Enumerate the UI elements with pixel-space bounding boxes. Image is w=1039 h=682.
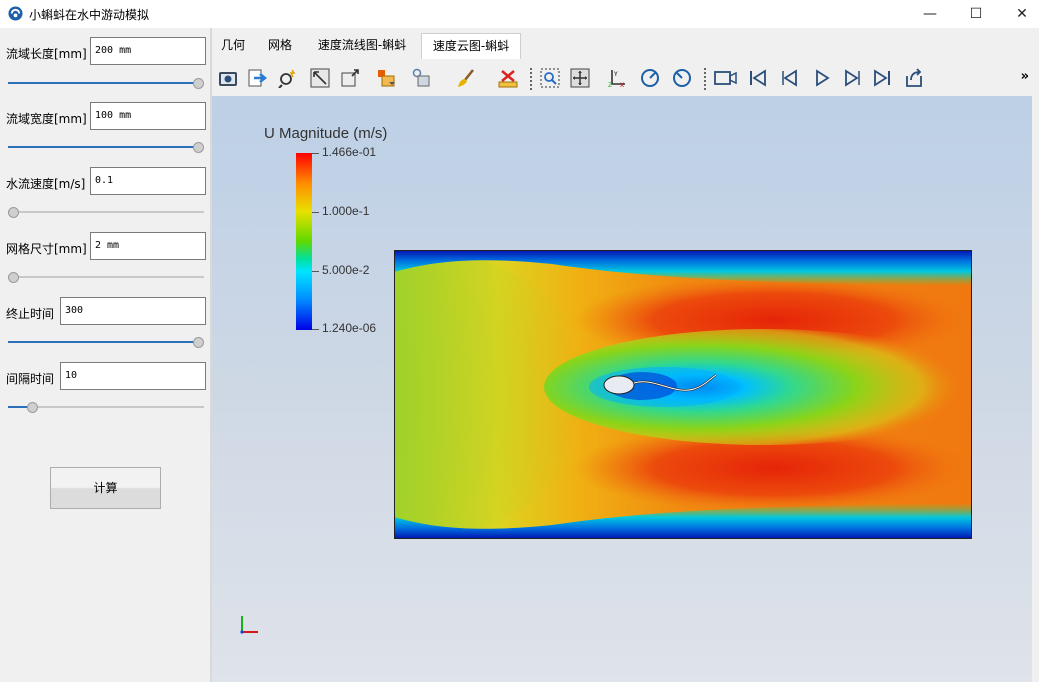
next-frame-icon[interactable] [842, 68, 862, 88]
length-label: 流域长度[mm] [6, 47, 87, 61]
legend-max-label: 1.466e-01 [322, 145, 377, 159]
slider-thumb[interactable] [193, 337, 204, 348]
legend-tick [312, 271, 319, 272]
zoom-select-icon[interactable] [540, 68, 560, 88]
legend-tick-label: 1.000e-1 [322, 204, 370, 218]
legend-tick [312, 212, 319, 213]
tab-geometry[interactable]: 几何 [212, 33, 254, 59]
end-time-input[interactable]: 300 [60, 297, 206, 325]
slider-thumb[interactable] [8, 272, 19, 283]
prev-frame-icon[interactable] [780, 68, 800, 88]
close-icon[interactable]: ✕ [999, 0, 1039, 28]
legend-tick [312, 329, 319, 330]
length-slider[interactable] [8, 77, 204, 89]
toolbar-separator [530, 68, 532, 90]
minimize-icon[interactable]: — [907, 0, 953, 28]
first-frame-icon[interactable] [748, 68, 768, 88]
interval-slider[interactable] [8, 401, 204, 413]
color-by-icon[interactable] [376, 68, 396, 88]
color-legend-bar [296, 153, 312, 330]
velocity-contour-field [394, 250, 972, 539]
width-input[interactable]: 100 mm [90, 102, 206, 130]
slider-thumb[interactable] [8, 207, 19, 218]
rotate-cw-icon[interactable] [640, 68, 660, 88]
loop-icon[interactable] [904, 68, 924, 88]
legend-title: U Magnitude (m/s) [264, 125, 388, 142]
window-title: 小蝌蚪在水中游动模拟 [29, 8, 150, 22]
calculate-button[interactable]: 计算 [50, 467, 161, 509]
mesh-input[interactable]: 2 mm [90, 232, 206, 260]
zoom-magic-icon[interactable] [278, 68, 298, 88]
legend-tick-label: 5.000e-2 [322, 263, 370, 277]
end-time-slider[interactable] [8, 336, 204, 348]
render-viewport[interactable]: U Magnitude (m/s) 1.466e-01 1.000e-1 5.0… [212, 96, 1032, 682]
ruler-icon[interactable] [498, 68, 518, 88]
zoom-box-icon[interactable] [340, 68, 360, 88]
tab-velocity-streamlines[interactable]: 速度流线图-蝌蚪 [306, 33, 418, 59]
legend-min-label: 1.240e-06 [322, 321, 377, 335]
width-label: 流域宽度[mm] [6, 112, 87, 126]
last-frame-icon[interactable] [872, 68, 892, 88]
video-icon[interactable] [714, 68, 738, 88]
velocity-label: 水流速度[m/s] [6, 177, 86, 191]
play-icon[interactable] [812, 68, 832, 88]
axes-orient-icon[interactable]: Y X Z [608, 68, 628, 88]
svg-text:X: X [620, 82, 624, 88]
mesh-slider[interactable] [8, 271, 204, 283]
velocity-slider[interactable] [8, 206, 204, 218]
slider-thumb[interactable] [193, 78, 204, 89]
mesh-label: 网格尺寸[mm] [6, 242, 87, 256]
width-slider[interactable] [8, 141, 204, 153]
maximize-icon[interactable]: ☐ [953, 0, 999, 28]
fit-icon[interactable] [570, 68, 590, 88]
orientation-axes-icon [240, 616, 258, 634]
tab-velocity-contour[interactable]: 速度云图-蝌蚪 [421, 33, 521, 59]
camera-icon[interactable] [218, 68, 238, 88]
legend-tick [312, 153, 319, 154]
title-bar: 小蝌蚪在水中游动模拟 — ☐ ✕ [0, 0, 1039, 28]
slider-thumb[interactable] [193, 142, 204, 153]
interval-input[interactable]: 10 [60, 362, 206, 390]
end-time-label: 终止时间 [6, 307, 55, 321]
toolbar-overflow-button[interactable]: » [1021, 69, 1029, 84]
rotate-ccw-icon[interactable] [672, 68, 692, 88]
slider-thumb[interactable] [26, 402, 38, 413]
length-input[interactable]: 200 mm [90, 37, 206, 65]
toolbar: Y X Z » [212, 60, 1039, 96]
interval-label: 间隔时间 [6, 372, 55, 386]
toolbar-separator [704, 68, 706, 90]
tab-mesh[interactable]: 网格 [257, 33, 303, 59]
svg-text:Y: Y [613, 71, 618, 78]
brush-icon[interactable] [456, 68, 476, 88]
representation-icon[interactable] [412, 68, 432, 88]
svg-text:Z: Z [608, 82, 612, 88]
velocity-input[interactable]: 0.1 [90, 167, 206, 195]
app-logo-icon [8, 6, 23, 21]
reset-camera-icon[interactable] [310, 68, 330, 88]
export-icon[interactable] [248, 68, 268, 88]
viewport-edge [1032, 96, 1039, 682]
